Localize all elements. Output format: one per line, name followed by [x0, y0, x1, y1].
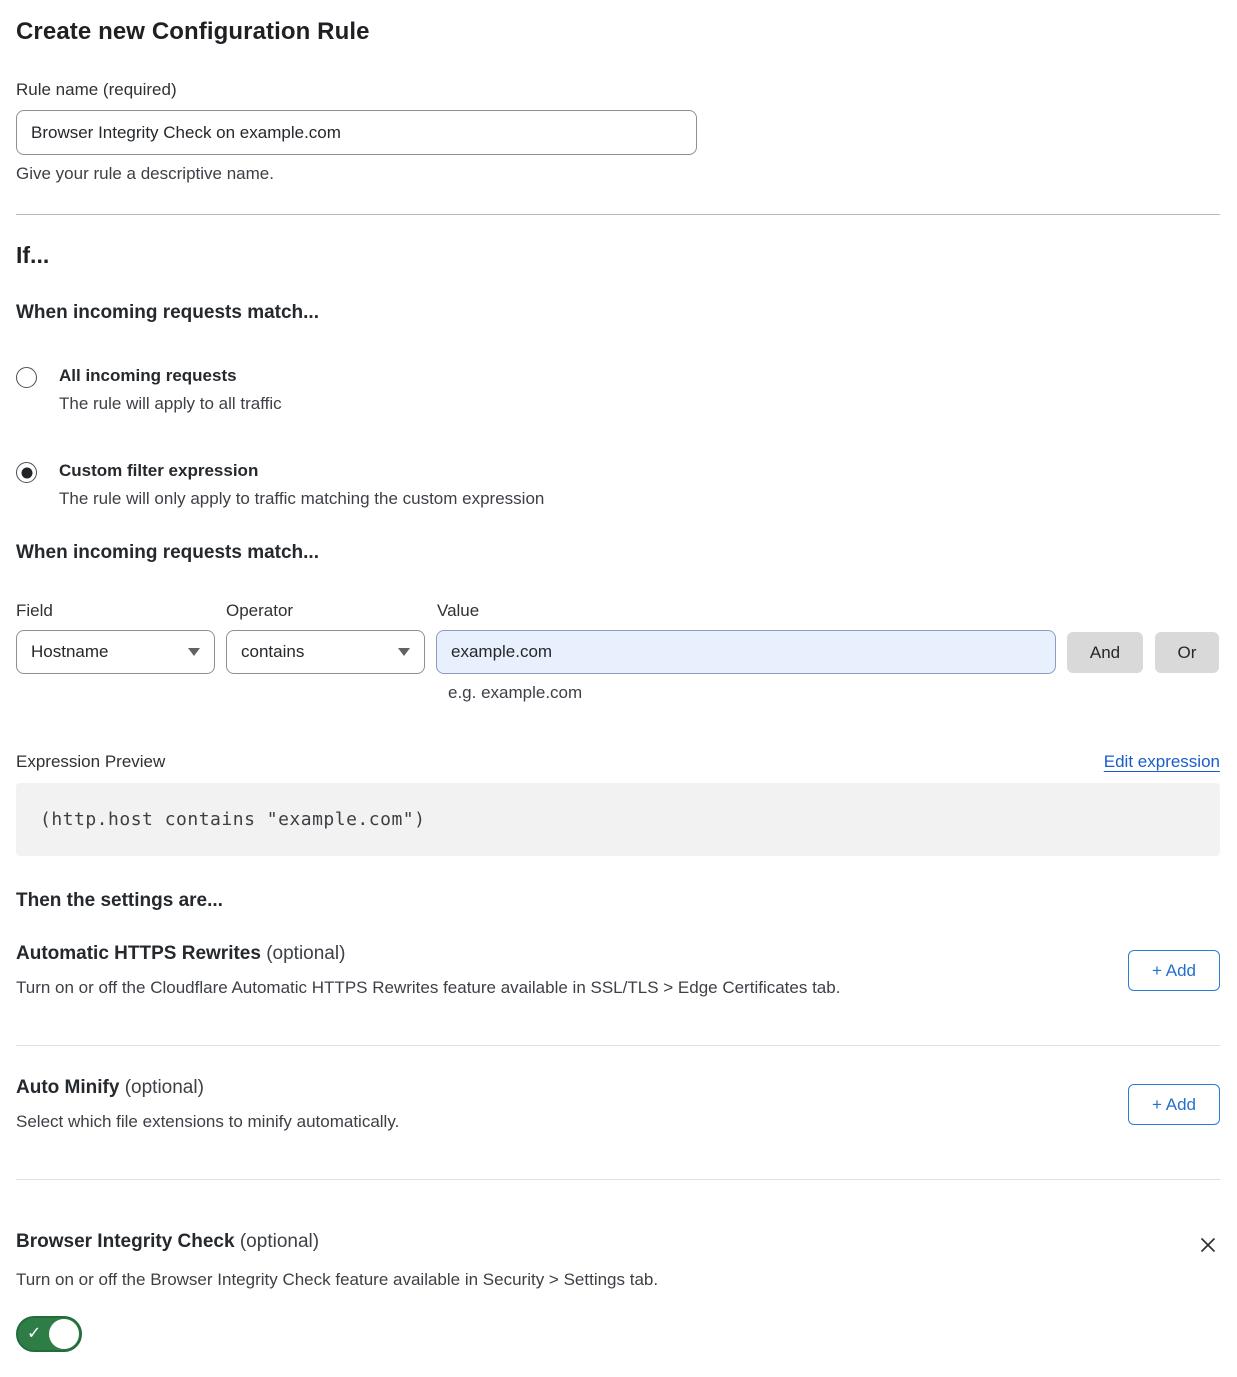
- setting-name: Browser Integrity Check: [16, 1231, 235, 1252]
- radio-option-label: All incoming requests: [59, 366, 282, 386]
- radio-option-description: The rule will only apply to traffic matc…: [59, 489, 544, 509]
- setting-optional-tag: (optional): [119, 1077, 204, 1098]
- add-auto-minify-button[interactable]: + Add: [1128, 1084, 1220, 1125]
- radio-option-description: The rule will apply to all traffic: [59, 394, 282, 414]
- chevron-down-icon: [398, 648, 410, 656]
- setting-automatic-https-rewrites: Automatic HTTPS Rewrites (optional) Turn…: [16, 912, 1220, 1046]
- page-title: Create new Configuration Rule: [16, 18, 1220, 46]
- chevron-down-icon: [188, 648, 200, 656]
- expression-preview-label: Expression Preview: [16, 752, 165, 772]
- field-select-value: Hostname: [31, 642, 108, 662]
- expression-code: (http.host contains "example.com"): [40, 809, 425, 830]
- setting-optional-tag: (optional): [235, 1231, 320, 1252]
- remove-setting-button[interactable]: [1196, 1233, 1220, 1257]
- then-settings-heading: Then the settings are...: [16, 890, 1220, 912]
- setting-description: Select which file extensions to minify a…: [16, 1112, 399, 1132]
- value-column-label: Value: [437, 601, 479, 621]
- setting-description: Turn on or off the Cloudflare Automatic …: [16, 978, 840, 998]
- setting-name: Automatic HTTPS Rewrites: [16, 943, 261, 964]
- rule-name-input[interactable]: [16, 110, 697, 155]
- edit-expression-link[interactable]: Edit expression: [1104, 752, 1220, 772]
- setting-auto-minify: Auto Minify (optional) Select which file…: [16, 1046, 1220, 1180]
- builder-column-labels: Field Operator Value: [16, 601, 1220, 621]
- close-icon: [1198, 1235, 1218, 1255]
- expression-builder-row: Hostname contains And Or: [16, 630, 1220, 674]
- setting-description: Turn on or off the Browser Integrity Che…: [16, 1270, 1220, 1290]
- value-input[interactable]: [436, 630, 1056, 674]
- value-help-text: e.g. example.com: [448, 683, 1220, 703]
- add-automatic-https-rewrites-button[interactable]: + Add: [1128, 950, 1220, 991]
- setting-optional-tag: (optional): [261, 943, 346, 964]
- operator-column-label: Operator: [226, 601, 437, 621]
- browser-integrity-check-toggle[interactable]: ✓: [16, 1316, 82, 1352]
- operator-select-value: contains: [241, 642, 304, 662]
- or-button[interactable]: Or: [1155, 632, 1219, 673]
- and-button[interactable]: And: [1067, 632, 1143, 673]
- option-custom-filter-expression: Custom filter expression The rule will o…: [16, 461, 1220, 509]
- setting-browser-integrity-check: Browser Integrity Check (optional) Turn …: [16, 1180, 1220, 1357]
- radio-all-incoming-requests[interactable]: [16, 367, 37, 388]
- option-all-incoming-requests: All incoming requests The rule will appl…: [16, 366, 1220, 414]
- setting-name: Auto Minify: [16, 1077, 119, 1098]
- field-column-label: Field: [16, 601, 226, 621]
- section-divider: [16, 214, 1220, 215]
- if-heading: If...: [16, 242, 1220, 269]
- radio-custom-filter-expression[interactable]: [16, 462, 37, 483]
- field-select[interactable]: Hostname: [16, 630, 215, 674]
- operator-select[interactable]: contains: [226, 630, 425, 674]
- rule-name-label: Rule name (required): [16, 80, 1220, 100]
- radio-option-label: Custom filter expression: [59, 461, 544, 481]
- expression-builder-heading: When incoming requests match...: [16, 542, 1220, 564]
- match-heading: When incoming requests match...: [16, 302, 1220, 324]
- check-icon: ✓: [27, 1324, 41, 1344]
- toggle-knob: [49, 1319, 79, 1349]
- rule-name-help: Give your rule a descriptive name.: [16, 164, 1220, 184]
- expression-preview-block: (http.host contains "example.com"): [16, 783, 1220, 856]
